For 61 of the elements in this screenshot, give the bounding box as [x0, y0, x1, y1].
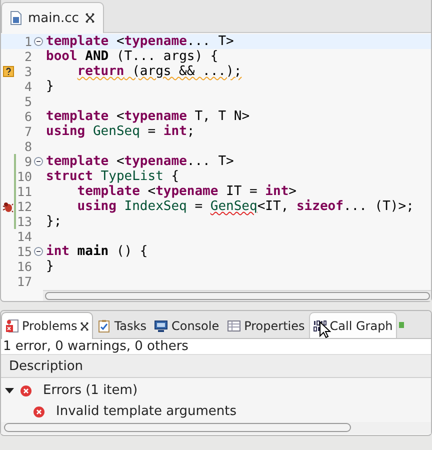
- mouse-pointer-icon: [319, 321, 331, 339]
- scrollbar-thumb[interactable]: [45, 292, 430, 300]
- line-number: 12: [16, 199, 32, 214]
- code-line: using IndexSeq = GenSeq<IT, sizeof... (T)>;: [77, 199, 414, 214]
- column-header[interactable]: Description: [1, 358, 84, 374]
- code-line: template <typename... T>: [46, 34, 234, 49]
- code-line: template <typename IT = int>: [77, 184, 296, 199]
- tab-label: Call Graph: [330, 318, 393, 332]
- tree-item[interactable]: Errors (1 item): [43, 383, 138, 398]
- line-number: 17: [16, 274, 32, 289]
- line-number: 5: [23, 94, 32, 109]
- code-line: using GenSeq = int;: [46, 124, 195, 139]
- clipboard-icon: [97, 318, 112, 332]
- code-line: template <typename... T>: [46, 154, 234, 169]
- line-number: 1: [23, 34, 32, 49]
- line-number: 6: [23, 109, 32, 124]
- view-tab[interactable]: Console: [150, 312, 224, 338]
- tab-label: main.cc: [28, 10, 79, 26]
- line-number: 15: [16, 244, 32, 259]
- c-file-icon: [10, 11, 22, 25]
- monitor-icon: [154, 318, 168, 332]
- table-icon: [227, 318, 242, 332]
- code-line: };: [46, 214, 62, 229]
- code-line: int main () {: [46, 244, 148, 259]
- line-number: 8: [23, 139, 32, 154]
- line-number: 3: [23, 64, 32, 79]
- code-line: return (args && ...);: [77, 64, 242, 79]
- code-line: }: [46, 79, 54, 94]
- tab-label: Problems: [22, 319, 78, 333]
- line-number: 16: [16, 259, 32, 274]
- view-tab[interactable]: Call Graph: [308, 312, 397, 338]
- line-number: 2: [23, 49, 32, 64]
- error-icon: [33, 406, 45, 418]
- code-line: }: [46, 259, 54, 274]
- line-number: 11: [16, 184, 32, 199]
- tab-label: Properties: [244, 318, 305, 332]
- line-number: 14: [16, 229, 32, 244]
- tab-label: Tasks: [114, 318, 146, 332]
- line-number: 13: [16, 214, 32, 229]
- tab-label: Console: [171, 318, 220, 332]
- collapse-icon[interactable]: [34, 247, 42, 256]
- collapse-icon[interactable]: [34, 157, 42, 166]
- line-number: 10: [16, 169, 32, 184]
- code-line: template <typename T, T N>: [46, 109, 250, 124]
- code-line: bool AND (T... args) {: [46, 49, 218, 64]
- tree-item[interactable]: Invalid template arguments: [56, 404, 237, 419]
- view-tab[interactable]: Problems: [1, 312, 94, 339]
- code-line: struct TypeList {: [46, 169, 180, 184]
- view-tab[interactable]: Properties: [223, 312, 309, 338]
- close-icon[interactable]: [80, 322, 90, 330]
- line-number: 4: [23, 79, 32, 94]
- error-icon: [20, 384, 32, 396]
- line-number: 9: [23, 154, 32, 169]
- editor-tab[interactable]: main.cc: [1, 2, 104, 33]
- scrollbar-thumb[interactable]: [4, 423, 351, 432]
- problems-icon: [5, 319, 19, 333]
- collapse-icon[interactable]: [34, 37, 42, 46]
- close-icon[interactable]: [84, 13, 95, 23]
- view-tab[interactable]: Tasks: [93, 312, 150, 338]
- collapse-arrow-icon[interactable]: [5, 386, 14, 395]
- line-number: 7: [23, 124, 32, 139]
